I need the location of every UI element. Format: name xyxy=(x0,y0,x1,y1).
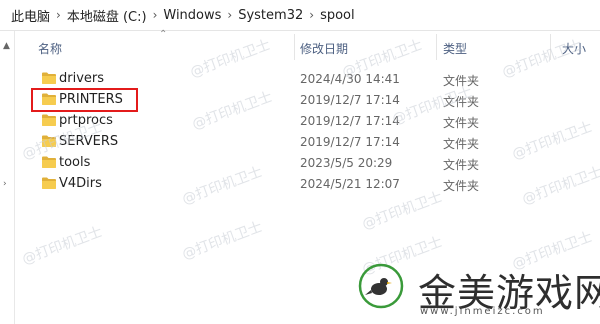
file-type: 文件夹 xyxy=(443,158,480,172)
folder-icon xyxy=(42,72,56,84)
highlight-annotation-box xyxy=(31,88,138,112)
watermark-text: @打印机卫士 xyxy=(20,224,105,268)
expand-arrow-icon[interactable]: › xyxy=(3,179,7,189)
address-breadcrumb: 此电脑 › 本地磁盘 (C:) › Windows › System32 › s… xyxy=(0,0,600,31)
column-divider[interactable] xyxy=(436,34,437,60)
breadcrumb-item-windows[interactable]: Windows xyxy=(159,8,225,23)
file-type: 文件夹 xyxy=(443,116,480,130)
file-name: V4Dirs xyxy=(59,176,102,191)
breadcrumb-item-local-disk[interactable]: 本地磁盘 (C:) xyxy=(63,6,151,25)
breadcrumb-separator: › xyxy=(56,8,61,22)
file-type: 文件夹 xyxy=(443,179,480,193)
breadcrumb-item-this-pc[interactable]: 此电脑 xyxy=(0,6,54,25)
breadcrumb-separator: › xyxy=(309,8,315,22)
file-modified-date: 2019/12/7 17:14 xyxy=(300,114,400,128)
breadcrumb-separator: › xyxy=(227,8,233,22)
column-name[interactable]: 名称 xyxy=(38,40,62,57)
folder-icon xyxy=(42,156,56,168)
bird-logo-icon xyxy=(358,263,404,309)
watermark-text: @打印机卫士 xyxy=(180,219,265,263)
file-name: tools xyxy=(59,155,91,170)
navigation-pane[interactable]: ▲ › xyxy=(0,31,15,324)
collapse-arrow-icon[interactable]: ▲ xyxy=(3,41,10,51)
file-row[interactable]: V4Dirs 2024/5/21 12:07 文件夹 xyxy=(14,174,600,194)
file-row[interactable]: tools 2023/5/5 20:29 文件夹 xyxy=(14,153,600,173)
site-url: www.jinmeizc.com xyxy=(420,306,545,317)
breadcrumb-item-spool[interactable]: spool xyxy=(316,8,359,23)
file-modified-date: 2019/12/7 17:14 xyxy=(300,135,400,149)
file-modified-date: 2024/5/21 12:07 xyxy=(300,177,400,191)
sort-ascending-icon: ⌃ xyxy=(159,29,168,40)
column-modified[interactable]: 修改日期 xyxy=(300,40,348,57)
folder-icon xyxy=(42,114,56,126)
file-modified-date: 2019/12/7 17:14 xyxy=(300,93,400,107)
column-type[interactable]: 类型 xyxy=(443,40,467,57)
file-type: 文件夹 xyxy=(443,137,480,151)
breadcrumb-item-system32[interactable]: System32 xyxy=(234,8,307,23)
column-divider[interactable] xyxy=(294,34,295,60)
breadcrumb-separator: › xyxy=(152,8,158,22)
file-modified-date: 2023/5/5 20:29 xyxy=(300,156,393,170)
folder-icon xyxy=(42,177,56,189)
file-name: drivers xyxy=(59,71,105,86)
